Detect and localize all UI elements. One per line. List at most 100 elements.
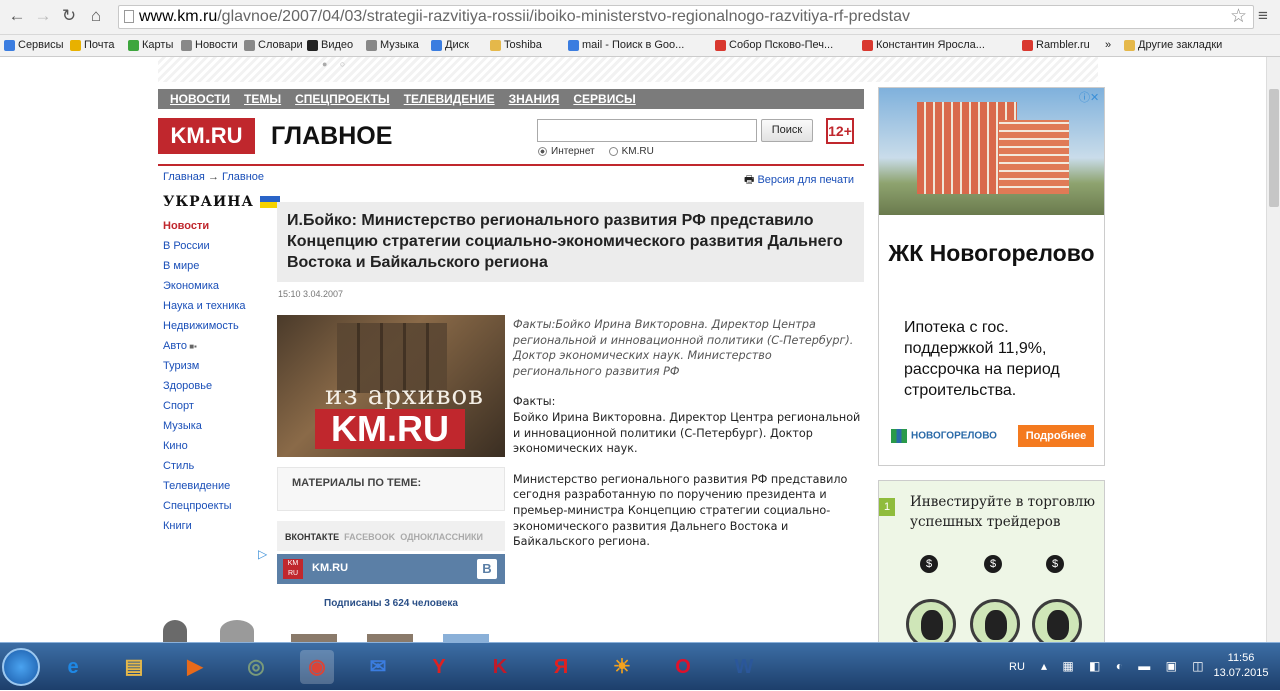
- avatar[interactable]: [220, 620, 254, 642]
- sidebar-item[interactable]: Авто ■▪: [163, 340, 246, 360]
- reload-button[interactable]: ↻: [60, 7, 78, 25]
- adchoices-icon[interactable]: ⓘ✕: [1079, 89, 1099, 105]
- bookmark-item[interactable]: Другие закладки: [1124, 39, 1222, 51]
- nav-news[interactable]: НОВОСТИ: [170, 89, 230, 109]
- breadcrumb-home[interactable]: Главная: [163, 171, 205, 183]
- ie-icon[interactable]: e: [56, 650, 90, 684]
- sidebar-item-label: Музыка: [163, 420, 202, 432]
- page-icon: [181, 39, 192, 51]
- word-icon[interactable]: W: [727, 650, 761, 684]
- disk-utility-icon[interactable]: ◎: [239, 650, 273, 684]
- sidebar-item[interactable]: Кино: [163, 440, 246, 460]
- bookmark-item[interactable]: Новости: [181, 39, 238, 51]
- sidebar-item[interactable]: Телевидение: [163, 480, 246, 500]
- vk-logo-icon: B: [477, 559, 497, 579]
- tray-icons[interactable]: ▴ ▦ ◧ ◐ ▬ ▣ ◫: [1041, 659, 1210, 673]
- bookmark-item[interactable]: mail - Поиск в Goo...: [568, 39, 684, 51]
- sidebar-item[interactable]: Спецпроекты: [163, 500, 246, 520]
- ad-more-button[interactable]: Подробнее: [1018, 425, 1094, 447]
- chrome-menu-icon[interactable]: ≡: [1258, 6, 1268, 26]
- header-divider: [158, 164, 864, 166]
- yandex-icon[interactable]: Я: [544, 650, 578, 684]
- start-button[interactable]: [2, 648, 40, 686]
- address-bar[interactable]: www.km.ru/glavnoe/2007/04/03/strategii-r…: [118, 5, 1254, 29]
- scroll-thumb[interactable]: [1269, 89, 1279, 207]
- mail-icon[interactable]: ✉: [361, 650, 395, 684]
- bookmark-item[interactable]: Музыка: [366, 39, 419, 51]
- region-logo[interactable]: УКРАИНА: [163, 194, 280, 210]
- ad-banner-traders[interactable]: 1 Инвестируйте в торговлю успешных трейд…: [878, 480, 1105, 642]
- sidebar-item-label: Спецпроекты: [163, 500, 232, 512]
- bookmark-item[interactable]: Константин Яросла...: [862, 39, 985, 51]
- nav-specprojects[interactable]: СПЕЦПРОЕКТЫ: [295, 89, 390, 109]
- tab-odnoklassniki[interactable]: ОДНОКЛАССНИКИ: [400, 532, 483, 542]
- sidebar-item[interactable]: Спорт: [163, 400, 246, 420]
- home-button[interactable]: ⌂: [87, 7, 105, 25]
- sidebar-item[interactable]: Туризм: [163, 360, 246, 380]
- sidebar-item[interactable]: Новости: [163, 220, 246, 240]
- bookmark-star-icon[interactable]: ☆: [1230, 5, 1247, 28]
- sidebar-item[interactable]: Стиль: [163, 460, 246, 480]
- nav-knowledge[interactable]: ЗНАНИЯ: [509, 89, 560, 109]
- sun-app-icon[interactable]: ☀: [605, 650, 639, 684]
- sidebar-item[interactable]: В мире: [163, 260, 246, 280]
- search-button[interactable]: Поиск: [761, 119, 813, 142]
- carousel-dots[interactable]: ● ○: [322, 59, 350, 69]
- sidebar-item-label: Книги: [163, 520, 192, 532]
- bookmark-item[interactable]: Карты: [128, 39, 173, 51]
- adchoices-icon[interactable]: ▷: [258, 547, 267, 561]
- sidebar-item[interactable]: Книги: [163, 520, 246, 540]
- sidebar-item[interactable]: Наука и техника: [163, 300, 246, 320]
- bookmark-item[interactable]: Собор Псково-Печ...: [715, 39, 833, 51]
- tab-vkontakte[interactable]: ВКОНТАКТЕ: [285, 532, 339, 542]
- breadcrumb-section[interactable]: Главное: [222, 171, 264, 183]
- opera-icon[interactable]: O: [666, 650, 700, 684]
- forward-button[interactable]: →: [34, 7, 52, 25]
- bookmark-label: Rambler.ru: [1036, 39, 1090, 51]
- radio-internet-label: Интернет: [551, 146, 595, 157]
- chrome-icon[interactable]: ◉: [300, 650, 334, 684]
- nav-television[interactable]: ТЕЛЕВИДЕНИЕ: [404, 89, 495, 109]
- subscriber-thumb[interactable]: [443, 634, 489, 642]
- subscriber-thumb[interactable]: [367, 634, 413, 642]
- vk-widget-bar[interactable]: KM RU KM.RU B: [277, 554, 505, 584]
- page-scrollbar[interactable]: [1266, 57, 1280, 642]
- system-clock[interactable]: 11:56 13.07.2015: [1210, 651, 1272, 681]
- nav-services[interactable]: СЕРВИСЫ: [573, 89, 635, 109]
- bookmark-item[interactable]: Toshiba: [490, 39, 542, 51]
- radio-internet[interactable]: Интернет: [538, 146, 595, 157]
- article-paragraph: Факты: Бойко Ирина Викторовна. Директор …: [513, 395, 861, 456]
- sidebar-item-label: Авто: [163, 340, 187, 352]
- google-icon: [568, 39, 579, 51]
- brand-mark-icon: [891, 429, 907, 443]
- subscriber-thumb[interactable]: [291, 634, 337, 642]
- bookmark-item[interactable]: Сервисы: [4, 39, 64, 51]
- sidebar-item[interactable]: Недвижимость: [163, 320, 246, 340]
- site-logo[interactable]: KM.RU: [158, 118, 255, 154]
- ad-banner-novogorelovo[interactable]: ⓘ✕ ЖК Новогорелово Ипотека с гос. поддер…: [878, 87, 1105, 466]
- media-player-icon[interactable]: ▶: [178, 650, 212, 684]
- bookmark-item[interactable]: Диск: [431, 39, 469, 51]
- sidebar-item[interactable]: Экономика: [163, 280, 246, 300]
- bookmark-item[interactable]: »: [1105, 39, 1111, 51]
- sidebar-item[interactable]: В России: [163, 240, 246, 260]
- search-input[interactable]: [537, 119, 757, 142]
- bookmark-item[interactable]: Словари: [244, 39, 303, 51]
- nav-topics[interactable]: ТЕМЫ: [244, 89, 281, 109]
- bookmark-item[interactable]: Почта: [70, 39, 115, 51]
- sidebar-item[interactable]: Музыка: [163, 420, 246, 440]
- tab-facebook[interactable]: FACEBOOK: [344, 532, 395, 542]
- kaspersky-icon[interactable]: K: [483, 650, 517, 684]
- language-indicator[interactable]: RU: [1009, 661, 1025, 673]
- sidebar-item[interactable]: Здоровье: [163, 380, 246, 400]
- radio-kmru[interactable]: KM.RU: [608, 146, 654, 157]
- bookmark-item[interactable]: Видео: [307, 39, 353, 51]
- clock-time: 11:56: [1227, 652, 1255, 664]
- clock-date: 13.07.2015: [1213, 667, 1269, 679]
- explorer-icon[interactable]: ▤: [117, 650, 151, 684]
- bookmark-item[interactable]: Rambler.ru: [1022, 39, 1090, 51]
- avatar[interactable]: [163, 620, 187, 642]
- yandex-browser-icon[interactable]: Y: [422, 650, 456, 684]
- back-button[interactable]: ←: [8, 7, 26, 25]
- print-version-link[interactable]: 🖶 Версия для печати: [744, 171, 854, 190]
